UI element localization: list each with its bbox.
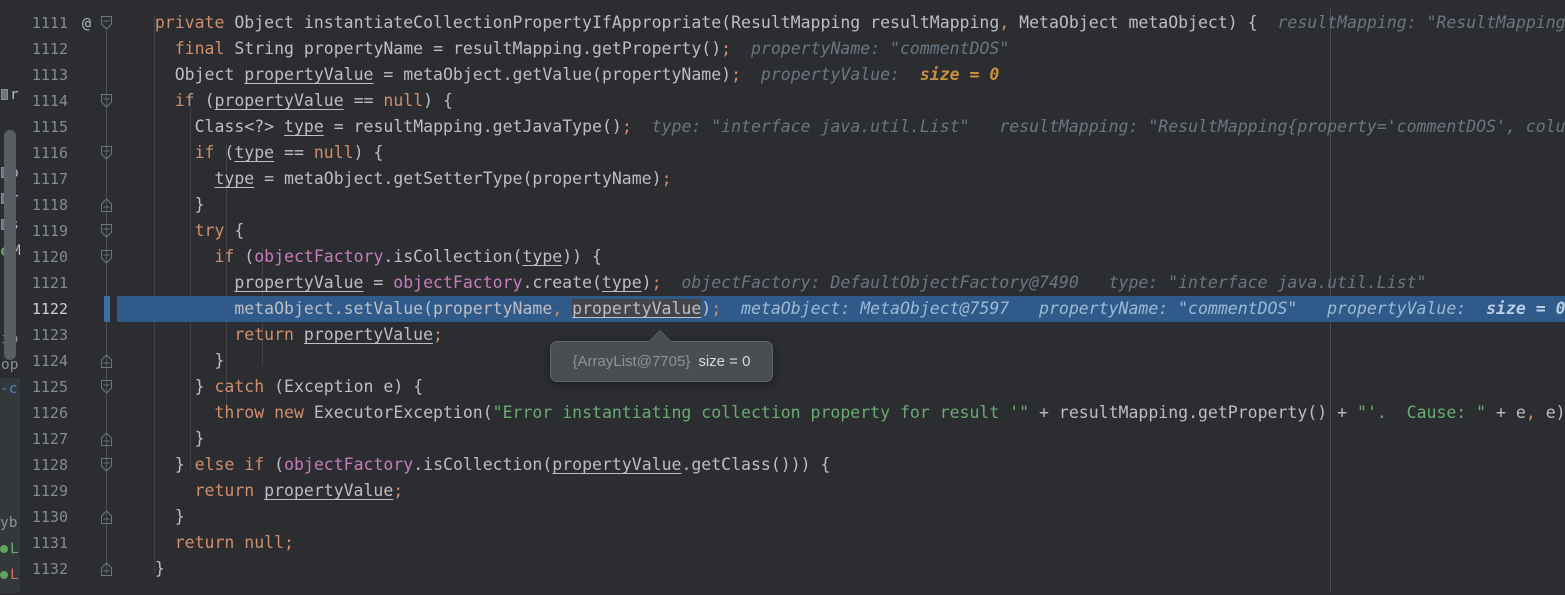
line-number: 1129: [31, 482, 68, 500]
editor-gutter[interactable]: 1111 @1112 1113 1114 1115 1116 1117 1118 1119 112…: [20, 0, 135, 595]
code-line[interactable]: } else if (objectFactory.isCollection(pr…: [135, 452, 1565, 478]
code-line[interactable]: }: [135, 426, 1565, 452]
console-fragment: -c: [0, 381, 18, 397]
code-line[interactable]: return null;: [135, 530, 1565, 556]
line-number: 1117: [31, 170, 68, 188]
line-number: 1130: [31, 508, 68, 526]
code-line[interactable]: return propertyValue;: [135, 478, 1565, 504]
code-line[interactable]: }: [135, 348, 1565, 374]
code-line-current[interactable]: metaObject.setValue(propertyName, proper…: [135, 296, 1565, 322]
line-number: 1120: [31, 248, 68, 266]
console-fragment: yb: [0, 515, 18, 531]
code-line[interactable]: if (propertyValue == null) {: [135, 88, 1565, 114]
fold-collapse-icon[interactable]: [100, 88, 113, 114]
variable-icon: [1, 89, 8, 100]
code-line[interactable]: if (objectFactory.isCollection(type)) {: [135, 244, 1565, 270]
code-line[interactable]: }: [135, 504, 1565, 530]
fold-expand-icon[interactable]: [100, 504, 113, 530]
variables-panel-scrollbar[interactable]: [4, 130, 16, 360]
value-tooltip: {ArrayList@7705} size = 0: [550, 341, 773, 382]
line-number: 1122: [31, 300, 68, 318]
gutter-selection-band: [117, 296, 135, 322]
code-line[interactable]: } catch (Exception e) {: [135, 374, 1565, 400]
code-line[interactable]: try {: [135, 218, 1565, 244]
gutter-fold-selection: [104, 296, 110, 322]
code-line[interactable]: Object propertyValue = metaObject.getVal…: [135, 62, 1565, 88]
line-number: 1125: [31, 378, 68, 396]
fold-collapse-icon[interactable]: [100, 452, 113, 478]
line-number: 1111: [31, 14, 68, 32]
line-number: 1119: [31, 222, 68, 240]
fold-expand-icon[interactable]: [100, 426, 113, 452]
fold-collapse-icon[interactable]: [100, 140, 113, 166]
line-number: 1126: [31, 404, 68, 422]
code-line[interactable]: type = metaObject.getSetterType(property…: [135, 166, 1565, 192]
line-number: 1124: [31, 352, 68, 370]
code-line[interactable]: final String propertyName = resultMappin…: [135, 36, 1565, 62]
code-editor[interactable]: 1111 @1112 1113 1114 1115 1116 1117 1118 1119 112…: [20, 0, 1565, 595]
line-number: 1127: [31, 430, 68, 448]
tooltip-arrow: [649, 331, 671, 342]
tooltip-reference: {ArrayList@7705}: [572, 353, 691, 370]
code-line[interactable]: }: [135, 556, 1565, 582]
code-area[interactable]: private Object instantiateCollectionProp…: [135, 0, 1565, 595]
override-annotation-icon[interactable]: @: [82, 10, 91, 36]
editor-top-clip: [0, 0, 1565, 8]
code-line[interactable]: throw new ExecutorException("Error insta…: [135, 400, 1565, 426]
fold-collapse-icon[interactable]: [100, 374, 113, 400]
code-line[interactable]: return propertyValue;: [135, 322, 1565, 348]
line-number: 1116: [31, 144, 68, 162]
fold-collapse-icon[interactable]: [100, 244, 113, 270]
line-number: 1118: [31, 196, 68, 214]
fold-collapse-icon[interactable]: [100, 218, 113, 244]
fold-expand-icon[interactable]: [100, 348, 113, 374]
line-number: 1121: [31, 274, 68, 292]
line-number: 1112: [31, 40, 68, 58]
fold-collapse-icon[interactable]: [100, 10, 113, 36]
line-number: 1132: [31, 560, 68, 578]
log-level-icon: [0, 545, 8, 553]
line-number: 1131: [31, 534, 68, 552]
line-number: 1128: [31, 456, 68, 474]
code-line[interactable]: }: [135, 192, 1565, 218]
ide-debugger-editor: r p r s M io op -c yb L L N: [0, 0, 1565, 595]
fold-expand-icon[interactable]: [100, 192, 113, 218]
code-line[interactable]: propertyValue = objectFactory.create(typ…: [135, 270, 1565, 296]
code-line[interactable]: Class<?> type = resultMapping.getJavaTyp…: [135, 114, 1565, 140]
fold-expand-icon[interactable]: [100, 556, 113, 582]
code-line[interactable]: private Object instantiateCollectionProp…: [135, 10, 1565, 36]
log-level-icon: [0, 571, 8, 579]
line-number: 1123: [31, 326, 68, 344]
line-number: 1113: [31, 66, 68, 84]
tooltip-value: size = 0: [698, 353, 751, 370]
line-number: 1114: [31, 92, 68, 110]
code-line[interactable]: if (type == null) {: [135, 140, 1565, 166]
line-number: 1115: [31, 118, 68, 136]
